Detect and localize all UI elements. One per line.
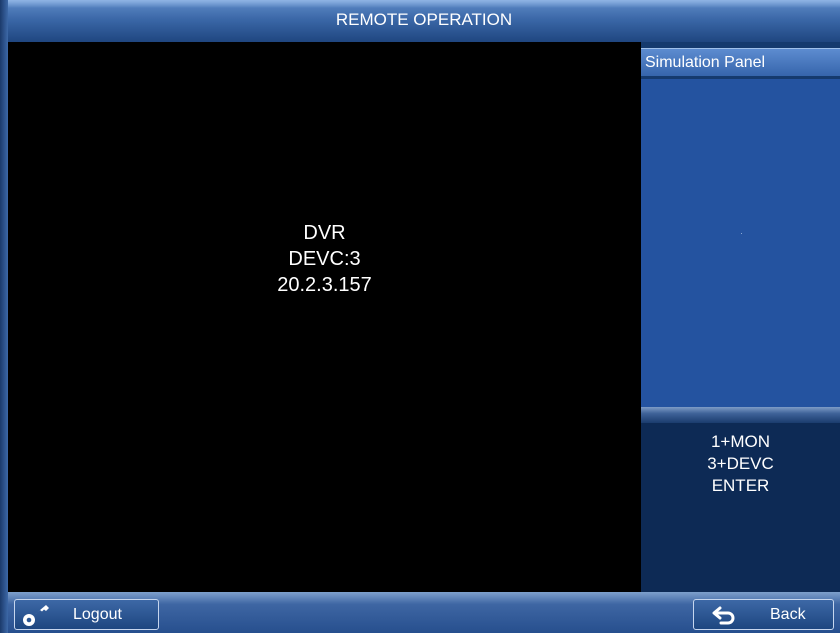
display-dot bbox=[741, 233, 742, 234]
return-arrow-icon bbox=[708, 602, 742, 628]
remote-operation-screen: REMOTE OPERATION DVR DEVC:3 20.2.3.157 S… bbox=[0, 0, 840, 633]
back-button[interactable]: Back bbox=[693, 599, 834, 630]
video-preview[interactable]: DVR DEVC:3 20.2.3.157 bbox=[8, 42, 641, 592]
device-info: DVR DEVC:3 20.2.3.157 bbox=[8, 220, 641, 298]
command-sequence: 1+MON 3+DEVC ENTER bbox=[641, 423, 840, 592]
simulation-panel-title: Simulation Panel bbox=[641, 48, 840, 76]
device-ip: 20.2.3.157 bbox=[277, 274, 372, 296]
panel-divider bbox=[641, 407, 840, 423]
logout-button[interactable]: Logout bbox=[14, 599, 159, 630]
bottom-toolbar: Logout Back bbox=[8, 592, 840, 633]
simulation-panel: Simulation Panel 1+MON 3+DEVC ENTER bbox=[641, 42, 840, 592]
left-edge bbox=[0, 0, 8, 633]
back-label: Back bbox=[770, 605, 806, 623]
title-bar: REMOTE OPERATION bbox=[8, 0, 840, 42]
key-icon bbox=[19, 602, 53, 628]
simulation-display[interactable] bbox=[641, 79, 840, 407]
window-title: REMOTE OPERATION bbox=[335, 10, 513, 29]
logout-label: Logout bbox=[73, 605, 122, 623]
command-line: 3+DEVC bbox=[707, 454, 774, 473]
command-line: 1+MON bbox=[710, 432, 771, 451]
device-type: DVR bbox=[303, 222, 346, 244]
device-channel: DEVC:3 bbox=[288, 248, 361, 270]
command-line: ENTER bbox=[711, 476, 770, 495]
